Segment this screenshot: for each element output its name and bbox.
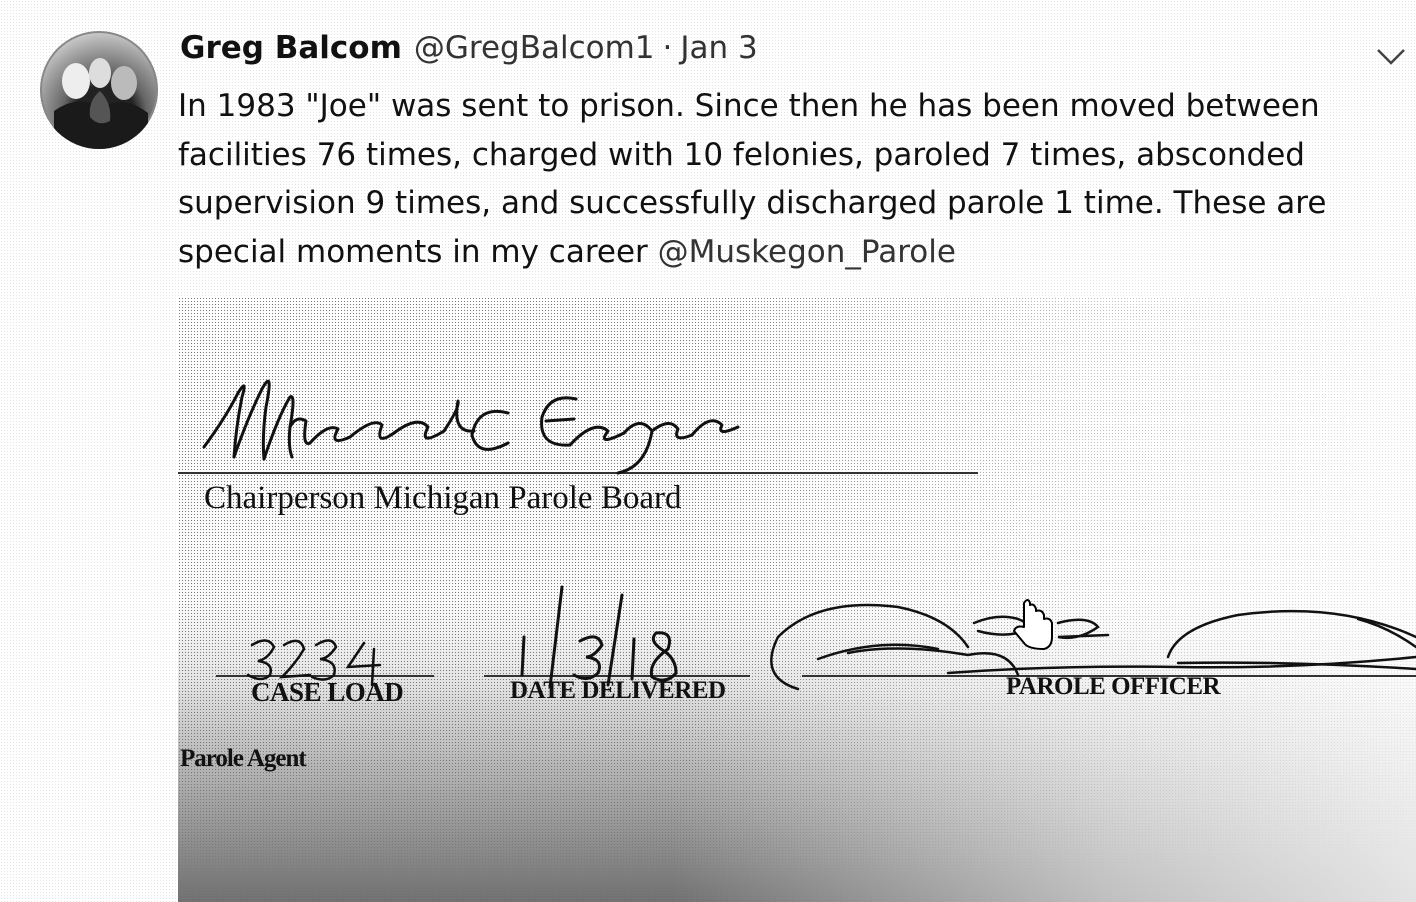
hand-pointer-icon: [1013, 599, 1053, 650]
chair-caption: Chairperson Michigan Parole Board: [204, 480, 682, 516]
case-load-label: CASE LOAD: [251, 677, 404, 707]
tweet-header: Greg Balcom @GregBalcom1 · Jan 3: [180, 30, 758, 70]
header-separator: ·: [662, 30, 673, 66]
date-handwriting: [520, 585, 678, 689]
avatar[interactable]: [40, 31, 158, 149]
parole-officer-label: PAROLE OFFICER: [1006, 673, 1221, 700]
tweet-media[interactable]: Chairperson Michigan Parole Board CASE L…: [178, 297, 1416, 902]
handwriting: [202, 379, 1416, 691]
author-handle[interactable]: @GregBalcom1: [414, 30, 655, 66]
chevron-down-icon[interactable]: [1374, 44, 1408, 68]
author-name[interactable]: Greg Balcom: [180, 30, 402, 66]
tweet-text: In 1983 "Joe" was sent to prison. Since …: [178, 82, 1414, 276]
avatar-photo: [40, 31, 158, 149]
mention-link[interactable]: @Muskegon_Parole: [658, 234, 956, 270]
date-delivered-label: DATE DELIVERED: [510, 677, 726, 704]
parole-agent-label: Parole Agent: [180, 745, 307, 772]
chair-signature: [202, 379, 740, 475]
tweet-date[interactable]: Jan 3: [680, 30, 757, 66]
